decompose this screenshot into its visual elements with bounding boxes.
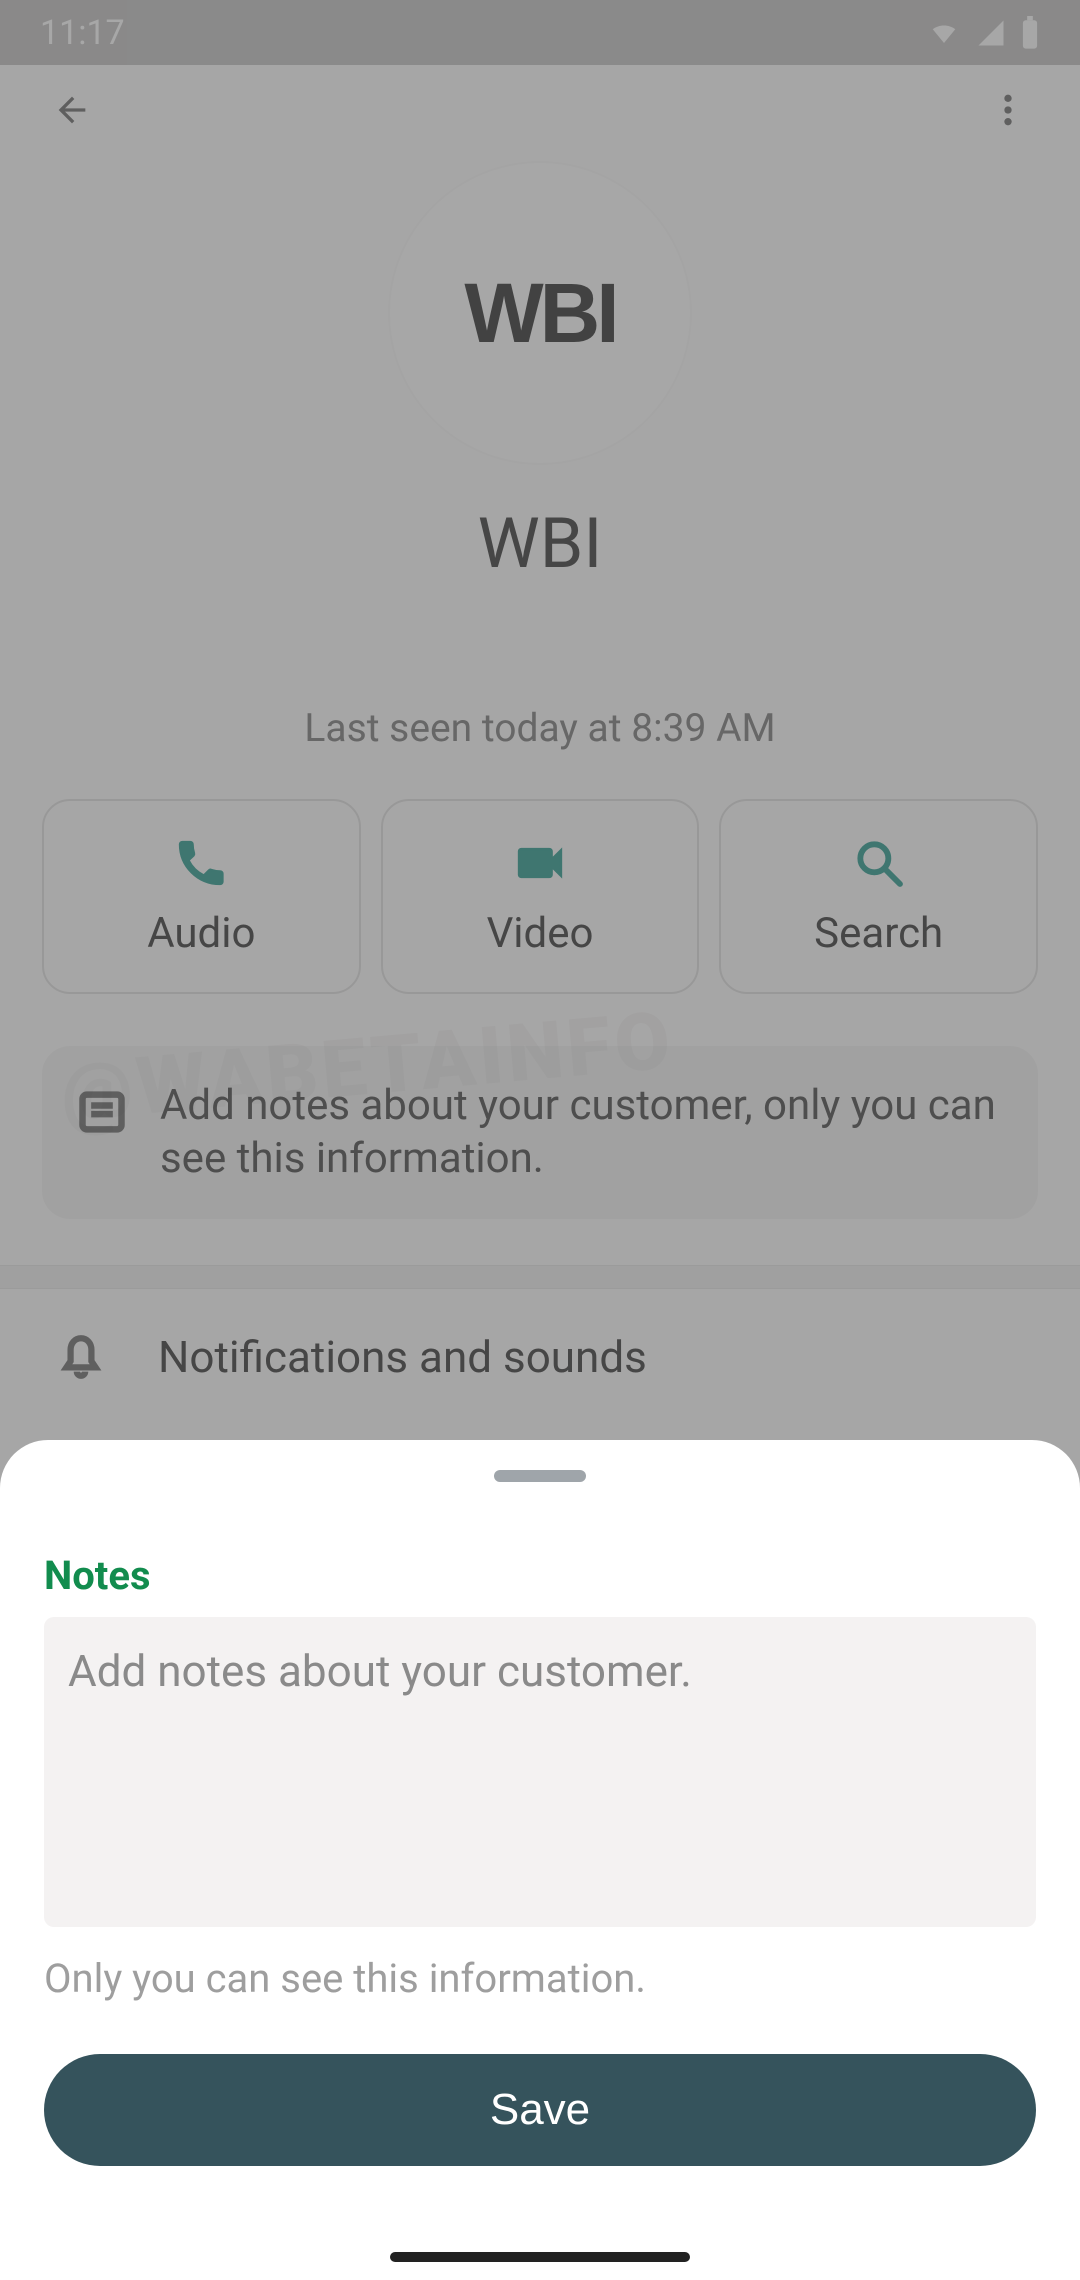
- avatar-text: WBI: [464, 265, 615, 362]
- search-button[interactable]: Search: [719, 799, 1038, 994]
- sheet-hint: Only you can see this information.: [44, 1955, 1036, 2002]
- notifications-label: Notifications and sounds: [158, 1331, 647, 1383]
- notes-input[interactable]: [44, 1617, 1036, 1927]
- wifi-icon: [926, 18, 962, 48]
- status-time: 11:17: [40, 13, 125, 53]
- arrow-left-icon: [52, 90, 92, 130]
- video-label: Video: [487, 909, 594, 958]
- notes-banner[interactable]: Add notes about your customer, only you …: [42, 1046, 1038, 1219]
- sheet-title: Notes: [44, 1552, 1036, 1599]
- phone-icon: [173, 835, 229, 891]
- bell-icon: [56, 1332, 106, 1382]
- signal-icon: [976, 18, 1006, 48]
- save-button[interactable]: Save: [44, 2054, 1036, 2166]
- audio-label: Audio: [147, 909, 255, 958]
- video-icon: [512, 835, 568, 891]
- drag-handle[interactable]: [494, 1470, 586, 1482]
- gesture-nav-bar[interactable]: [390, 2252, 690, 2262]
- notes-bottom-sheet: Notes Only you can see this information.…: [0, 1440, 1080, 2280]
- video-call-button[interactable]: Video: [381, 799, 700, 994]
- status-bar: 11:17: [0, 0, 1080, 65]
- section-divider: [0, 1265, 1080, 1289]
- status-icons: [926, 16, 1040, 50]
- search-label: Search: [814, 909, 943, 958]
- search-icon: [851, 835, 907, 891]
- contact-name: WBI: [478, 503, 603, 585]
- notes-icon: [76, 1086, 128, 1138]
- avatar[interactable]: WBI: [390, 163, 690, 463]
- notifications-row[interactable]: Notifications and sounds: [0, 1289, 1080, 1425]
- battery-icon: [1020, 16, 1040, 50]
- last-seen: Last seen today at 8:39 AM: [304, 705, 775, 751]
- action-row: Audio Video Search: [0, 751, 1080, 994]
- audio-call-button[interactable]: Audio: [42, 799, 361, 994]
- profile-section: WBI WBI Last seen today at 8:39 AM: [0, 155, 1080, 751]
- notes-banner-text: Add notes about your customer, only you …: [160, 1080, 1004, 1185]
- more-vert-icon: [988, 90, 1028, 130]
- more-menu-button[interactable]: [972, 74, 1044, 146]
- back-button[interactable]: [36, 74, 108, 146]
- app-bar: [0, 65, 1080, 155]
